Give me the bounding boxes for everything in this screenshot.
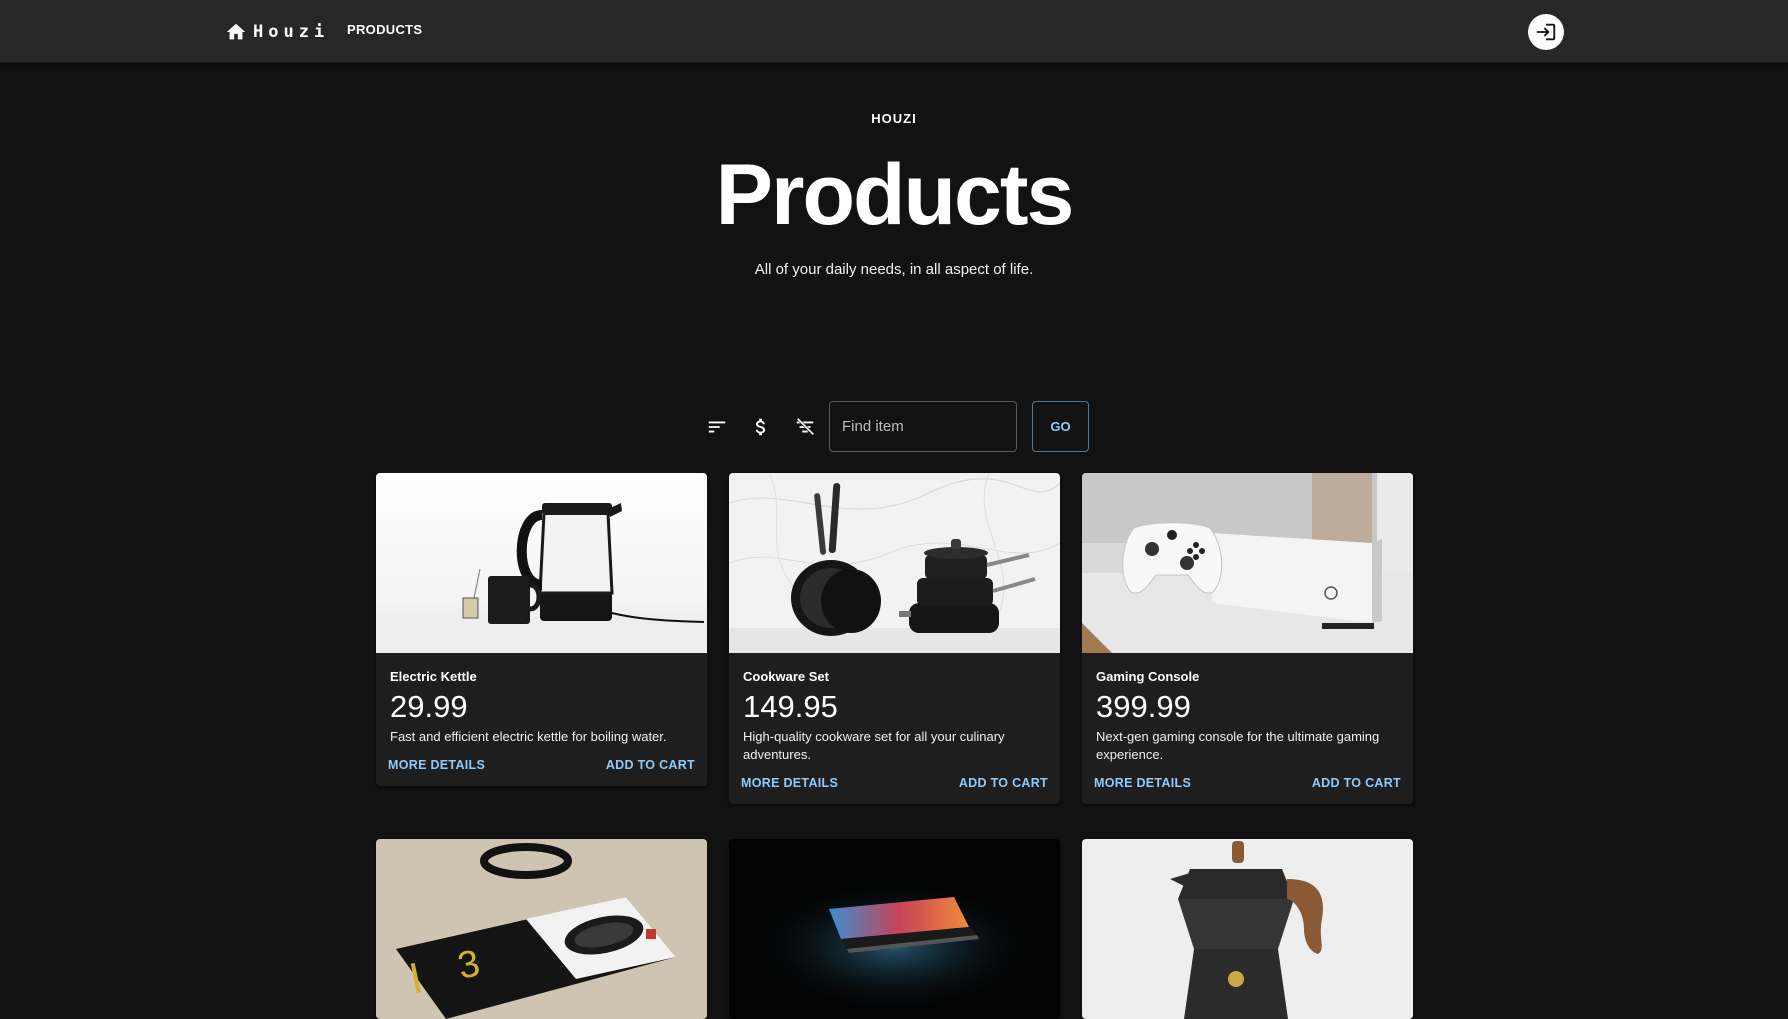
nav-products-link[interactable]: PRODUCTS	[347, 22, 422, 37]
app-bar: Houzi PRODUCTS	[0, 0, 1788, 63]
product-price: 149.95	[743, 689, 838, 724]
clear-filter-button[interactable]	[792, 414, 818, 440]
more-details-button[interactable]: MORE DETAILS	[1094, 774, 1191, 792]
product-description: Next-gen gaming console for the ultimate…	[1096, 729, 1380, 762]
sort-icon	[706, 416, 728, 438]
product-price: 399.99	[1096, 689, 1191, 724]
product-card	[729, 839, 1060, 1019]
product-card	[1082, 839, 1413, 1019]
product-title: Gaming Console	[1096, 669, 1200, 684]
product-card: Electric Kettle 29.99 Fast and efficient…	[376, 473, 707, 786]
home-icon	[225, 21, 247, 43]
price-filter-button[interactable]	[748, 414, 774, 440]
product-card: Gaming Console 399.99 Next-gen gaming co…	[1082, 473, 1413, 804]
brand-name: Houzi	[253, 22, 330, 42]
go-button[interactable]: GO	[1032, 401, 1089, 452]
dollar-icon	[750, 416, 772, 438]
more-details-button[interactable]: MORE DETAILS	[741, 774, 838, 792]
product-image-kettle	[376, 473, 707, 653]
card-actions: MORE DETAILS ADD TO CART	[729, 764, 1060, 804]
product-description: High-quality cookware set for all your c…	[743, 729, 1005, 762]
card-actions: MORE DETAILS ADD TO CART	[1082, 764, 1413, 804]
add-to-cart-button[interactable]: ADD TO CART	[959, 774, 1048, 792]
product-image-fitness-band: 3	[376, 839, 707, 1019]
brand-link[interactable]: Houzi	[225, 18, 329, 46]
login-button[interactable]	[1528, 14, 1564, 50]
more-details-button[interactable]: MORE DETAILS	[388, 756, 485, 774]
hero-overline: HOUZI	[871, 111, 917, 126]
clear-filter-icon	[794, 416, 816, 438]
product-card: Cookware Set 149.95 High-quality cookwar…	[729, 473, 1060, 804]
product-price: 29.99	[390, 689, 468, 724]
card-actions: MORE DETAILS ADD TO CART	[376, 746, 707, 786]
product-image-moka-pot	[1082, 839, 1413, 1019]
product-image-laptop	[729, 839, 1060, 1019]
sort-button[interactable]	[704, 414, 730, 440]
product-card: 3	[376, 839, 707, 1019]
product-image-cookware	[729, 473, 1060, 653]
product-description: Fast and efficient electric kettle for b…	[390, 729, 667, 744]
add-to-cart-button[interactable]: ADD TO CART	[1312, 774, 1401, 792]
product-title: Cookware Set	[743, 669, 829, 684]
product-title: Electric Kettle	[390, 669, 477, 684]
login-icon	[1535, 21, 1557, 43]
page-title: Products	[715, 147, 1075, 243]
product-image-console	[1082, 473, 1413, 653]
search-input[interactable]	[829, 401, 1017, 452]
add-to-cart-button[interactable]: ADD TO CART	[606, 756, 695, 774]
page-subtitle: All of your daily needs, in all aspect o…	[754, 261, 1034, 278]
